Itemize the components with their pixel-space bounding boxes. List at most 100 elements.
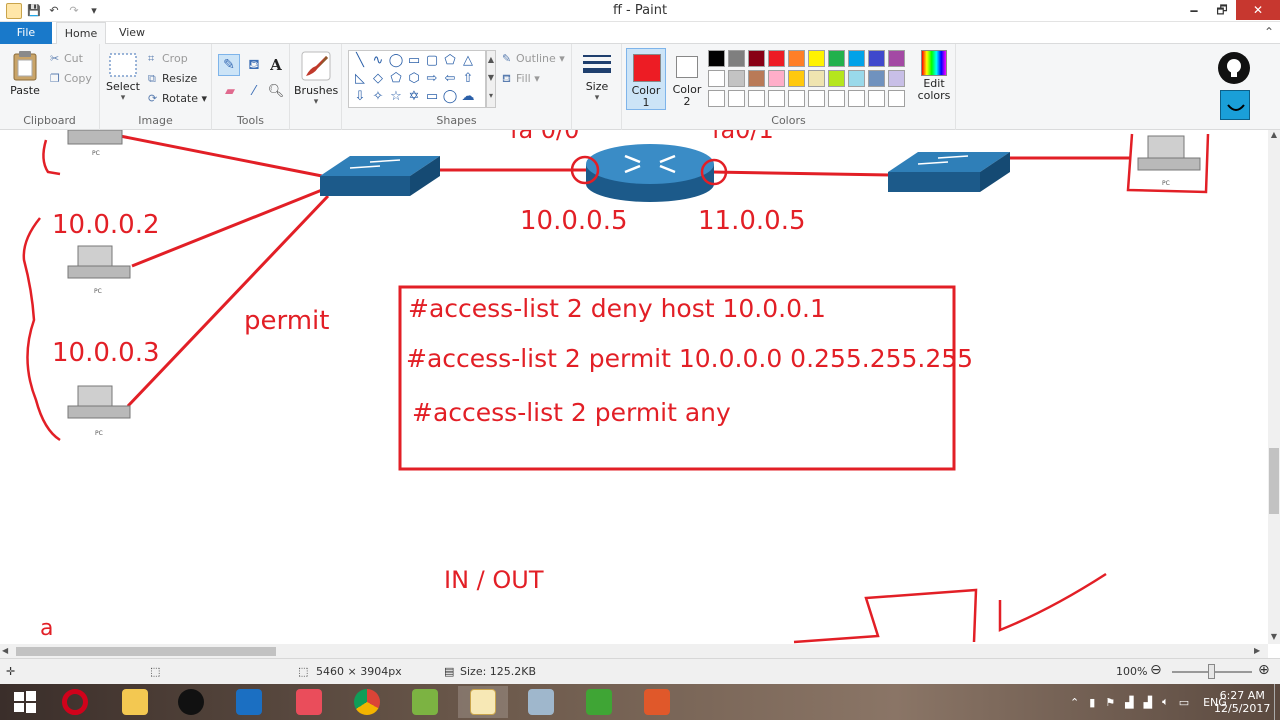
- oval-shape-icon[interactable]: ◯: [387, 52, 405, 70]
- six-point-star-shape-icon[interactable]: ✡: [405, 88, 423, 106]
- curve-shape-icon[interactable]: ∿: [369, 52, 387, 70]
- polygon-shape-icon[interactable]: ⬠: [441, 52, 459, 70]
- pentagon-shape-icon[interactable]: ⬠: [387, 70, 405, 88]
- drawing-canvas[interactable]: PC 10.0.0.2 PC 10.0.0.3 PC PC permit fa …: [0, 130, 1268, 644]
- callout-oval-shape-icon[interactable]: ◯: [441, 88, 459, 106]
- diamond-shape-icon[interactable]: ◇: [369, 70, 387, 88]
- show-desktop-button[interactable]: [1274, 684, 1280, 720]
- palette-swatch[interactable]: [808, 90, 825, 107]
- taskbar-app-map[interactable]: [400, 686, 450, 718]
- pencil-icon[interactable]: ✎: [218, 54, 240, 76]
- taskbar-app-window[interactable]: [516, 686, 566, 718]
- zoom-slider-thumb[interactable]: [1208, 664, 1215, 679]
- battery-icon[interactable]: ▮: [1089, 696, 1095, 709]
- text-tool-icon[interactable]: A: [266, 54, 286, 76]
- palette-swatch[interactable]: [888, 90, 905, 107]
- lightbulb-app-icon[interactable]: [1218, 52, 1250, 84]
- flag-icon[interactable]: ⚑: [1105, 696, 1115, 709]
- start-button[interactable]: [0, 686, 50, 718]
- smile-app-icon[interactable]: [1220, 90, 1250, 120]
- zoom-in-icon[interactable]: ⊕: [1258, 662, 1270, 678]
- callout-rect-shape-icon[interactable]: ▭: [423, 88, 441, 106]
- rotate-button[interactable]: ⟳ Rotate ▾: [148, 92, 207, 105]
- palette-swatch[interactable]: [888, 50, 905, 67]
- palette-swatch[interactable]: [848, 50, 865, 67]
- taskbar-app-blue[interactable]: [224, 686, 274, 718]
- scroll-down-icon[interactable]: ▼: [1268, 632, 1280, 644]
- brushes-button[interactable]: Brushes ▾: [294, 50, 338, 107]
- palette-swatch[interactable]: [848, 90, 865, 107]
- palette-swatch[interactable]: [768, 70, 785, 87]
- edit-colors-button[interactable]: Edit colors: [914, 48, 954, 110]
- palette-swatch[interactable]: [768, 90, 785, 107]
- palette-swatch[interactable]: [788, 70, 805, 87]
- shapes-gallery[interactable]: ╲ ∿ ◯ ▭ ▢ ⬠ △ ◺ ◇ ⬠ ⬡ ⇨ ⇦ ⇧ ⇩ ✧ ☆ ✡ ▭ ◯ …: [348, 50, 486, 108]
- eraser-icon[interactable]: ▰: [220, 82, 240, 102]
- line-shape-icon[interactable]: ╲: [351, 52, 369, 70]
- palette-swatch[interactable]: [848, 70, 865, 87]
- network-icon[interactable]: ▟: [1125, 696, 1133, 709]
- minimize-button[interactable]: 🗕: [1180, 0, 1208, 20]
- scroll-right-icon[interactable]: ▶: [1254, 644, 1266, 658]
- palette-swatch[interactable]: [728, 90, 745, 107]
- resize-button[interactable]: ⧉ Resize: [148, 72, 197, 86]
- five-point-star-shape-icon[interactable]: ☆: [387, 88, 405, 106]
- palette-swatch[interactable]: [808, 50, 825, 67]
- palette-swatch[interactable]: [708, 90, 725, 107]
- keyboard-icon[interactable]: ▭: [1179, 696, 1189, 709]
- select-button[interactable]: Select ▾: [106, 52, 140, 103]
- palette-swatch[interactable]: [828, 70, 845, 87]
- cut-button[interactable]: ✂ Cut: [50, 52, 83, 65]
- palette-swatch[interactable]: [748, 70, 765, 87]
- taskbar-chrome[interactable]: [342, 686, 392, 718]
- taskbar-camtasia-orange[interactable]: [632, 686, 682, 718]
- taskbar-camtasia-green[interactable]: [574, 686, 624, 718]
- palette-swatch[interactable]: [788, 90, 805, 107]
- vertical-scroll-thumb[interactable]: [1269, 448, 1279, 514]
- horizontal-scrollbar[interactable]: ◀ ▶: [0, 644, 1268, 658]
- outline-button[interactable]: ✎ Outline ▾: [502, 52, 565, 65]
- vertical-scrollbar[interactable]: ▲ ▼: [1268, 130, 1280, 644]
- palette-swatch[interactable]: [788, 50, 805, 67]
- color1-button[interactable]: Color 1: [626, 48, 666, 110]
- right-arrow-shape-icon[interactable]: ⇨: [423, 70, 441, 88]
- shapes-scroll[interactable]: ▲ ▼ ▾: [486, 50, 496, 108]
- tab-view[interactable]: View: [110, 22, 154, 44]
- palette-swatch[interactable]: [888, 70, 905, 87]
- color2-button[interactable]: Color 2: [670, 48, 704, 110]
- taskbar-lightbulb[interactable]: [166, 686, 216, 718]
- taskbar-opera[interactable]: [50, 686, 100, 718]
- taskbar-explorer[interactable]: [110, 686, 160, 718]
- zoom-out-icon[interactable]: ⊖: [1150, 662, 1162, 678]
- fill-bucket-icon[interactable]: ⛾: [244, 54, 264, 76]
- volume-icon[interactable]: 🔈︎: [1162, 695, 1169, 709]
- size-button[interactable]: Size ▾: [578, 52, 616, 103]
- four-point-star-shape-icon[interactable]: ✧: [369, 88, 387, 106]
- chevron-up-icon[interactable]: ⌃: [1070, 696, 1079, 709]
- restore-button[interactable]: 🗗: [1208, 0, 1236, 20]
- palette-swatch[interactable]: [868, 90, 885, 107]
- scroll-up-icon[interactable]: ▲: [1268, 130, 1280, 142]
- up-arrow-shape-icon[interactable]: ⇧: [459, 70, 477, 88]
- paste-button[interactable]: Paste: [6, 50, 44, 97]
- palette-swatch[interactable]: [728, 50, 745, 67]
- palette-swatch[interactable]: [828, 50, 845, 67]
- palette-swatch[interactable]: [808, 70, 825, 87]
- taskbar-paint[interactable]: [458, 686, 508, 718]
- cloud-shape-icon[interactable]: ☁: [459, 88, 477, 106]
- left-arrow-shape-icon[interactable]: ⇦: [441, 70, 459, 88]
- color-picker-icon[interactable]: ⁄: [244, 82, 264, 102]
- palette-swatch[interactable]: [748, 50, 765, 67]
- fill-button[interactable]: ⛾ Fill ▾: [502, 72, 540, 87]
- scroll-left-icon[interactable]: ◀: [2, 644, 14, 658]
- copy-button[interactable]: ❐ Copy: [50, 72, 92, 85]
- chevron-up-icon[interactable]: ⌃: [1264, 25, 1274, 39]
- palette-swatch[interactable]: [868, 50, 885, 67]
- down-arrow-shape-icon[interactable]: ⇩: [351, 88, 369, 106]
- hexagon-shape-icon[interactable]: ⬡: [405, 70, 423, 88]
- close-button[interactable]: ✕: [1236, 0, 1280, 20]
- signal-icon[interactable]: ▟: [1144, 696, 1152, 709]
- taskbar-app-pinwheel[interactable]: [284, 686, 334, 718]
- right-triangle-shape-icon[interactable]: ◺: [351, 70, 369, 88]
- palette-swatch[interactable]: [768, 50, 785, 67]
